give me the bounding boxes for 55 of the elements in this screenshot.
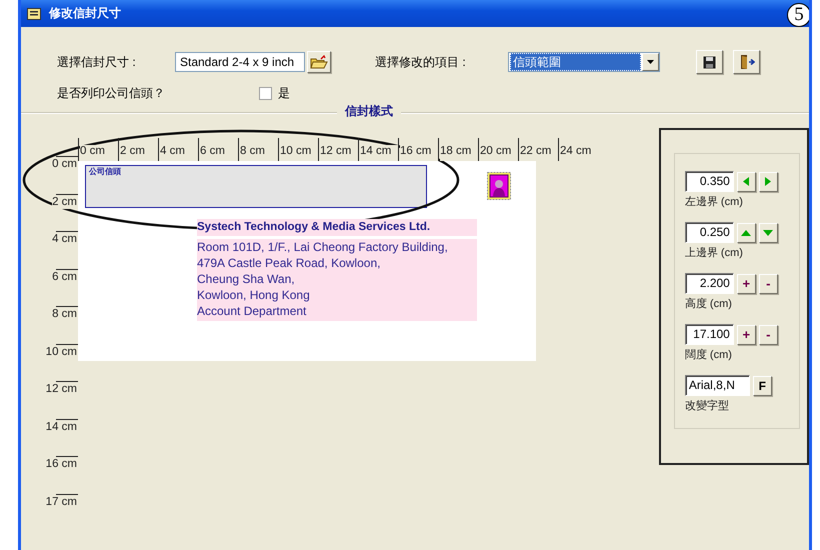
envelope-size-field[interactable]: Standard 2-4 x 9 inch <box>175 52 305 72</box>
address-line: 479A Castle Peak Road, Kowloon, <box>197 255 382 271</box>
envelope-size-label: 選擇信封尺寸 : <box>57 54 137 70</box>
dropdown-arrow-icon <box>647 60 654 64</box>
value-field[interactable]: 2.200 <box>684 273 734 294</box>
section-title: 信封樣式 <box>337 104 401 119</box>
down-triangle-icon <box>763 230 774 236</box>
window-title: 修改信封尺寸 <box>49 5 121 22</box>
value-field[interactable]: Arial,8,N <box>684 375 750 396</box>
address-line: Account Department <box>197 303 308 319</box>
exit-button[interactable] <box>733 50 760 74</box>
ruler-label: 2 cm <box>52 196 78 208</box>
open-folder-button[interactable] <box>307 51 331 73</box>
company-name: Systech Technology & Media Services Ltd. <box>197 219 477 236</box>
folder-icon <box>310 55 328 69</box>
value-field[interactable]: 0.350 <box>684 171 734 192</box>
value-field[interactable]: 17.100 <box>684 324 734 345</box>
letterhead-label: 公司信頭 <box>89 167 121 176</box>
ruler-label: 6 cm <box>52 270 78 284</box>
letterhead-checkbox[interactable] <box>259 86 272 100</box>
font-button[interactable]: F <box>752 376 772 396</box>
up-arrow-button[interactable] <box>736 222 756 242</box>
left-arrow-button[interactable] <box>736 172 756 192</box>
stamp-icon <box>487 172 511 200</box>
right-arrow-button[interactable] <box>758 172 778 192</box>
checkbox-label: 是 <box>278 84 290 102</box>
form-icon <box>27 8 41 20</box>
value-field[interactable]: 0.250 <box>684 222 734 243</box>
field-label: 闊度 (cm) <box>684 348 733 362</box>
step-button[interactable]: - <box>758 274 778 294</box>
address-line: Room 101D, 1/F., Lai Cheong Factory Building, <box>197 239 449 255</box>
up-triangle-icon <box>741 230 752 236</box>
edit-item-dropdown[interactable]: 信頭範圍 <box>508 52 660 72</box>
ruler-label: 14 cm <box>46 420 78 434</box>
down-arrow-button[interactable] <box>758 222 778 242</box>
right-triangle-icon <box>765 177 772 186</box>
step-button[interactable]: + <box>736 324 756 344</box>
field-label: 上邊界 (cm) <box>684 246 744 260</box>
field-label: 改變字型 <box>684 398 730 413</box>
ruler-label: 14 cm <box>358 138 398 161</box>
edit-item-label: 選擇修改的項目 : <box>375 54 467 70</box>
field-label: 高度 (cm) <box>684 296 733 311</box>
ruler-label: 16 cm <box>398 138 438 161</box>
letterhead-area[interactable]: 公司信頭 <box>85 165 427 208</box>
step-button[interactable]: + <box>736 274 756 294</box>
step-button[interactable]: - <box>758 324 778 344</box>
address-line: Cheung Sha Wan, <box>197 271 296 287</box>
print-letterhead-label: 是否列印公司信頭？ <box>57 84 166 102</box>
door-exit-icon <box>738 54 754 70</box>
field-label: 左邊界 (cm) <box>684 195 744 209</box>
ruler-label: 10 cm <box>46 346 78 358</box>
left-triangle-icon <box>743 177 750 186</box>
address-line: Kowloon, Hong Kong <box>197 287 311 303</box>
ruler-label: 17 cm <box>46 496 78 508</box>
save-button[interactable] <box>696 50 723 74</box>
